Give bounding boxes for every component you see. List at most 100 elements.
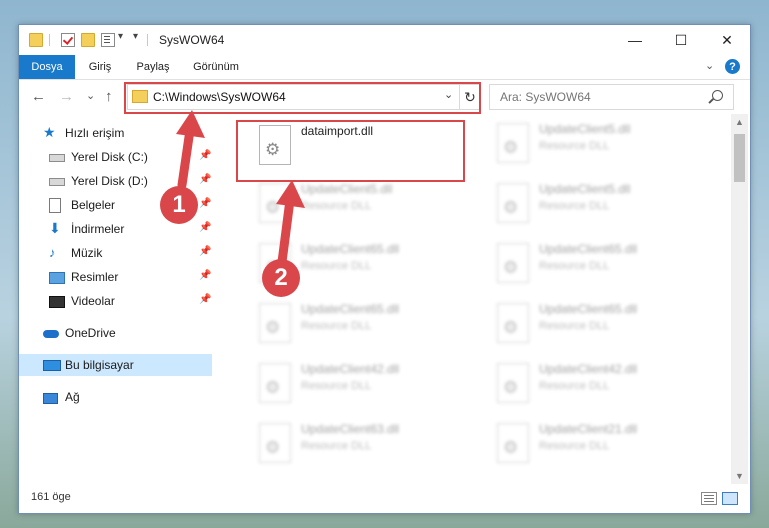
file-item[interactable]: UpdateClient21.dll Resource DLL [493, 418, 723, 474]
dll-file-icon [259, 303, 291, 343]
sidebar-item-label: Müzik [71, 246, 103, 260]
item-count: 161 öge [31, 491, 71, 503]
window-title: SysWOW64 [159, 33, 225, 47]
file-type: Resource DLL [301, 440, 372, 452]
file-item[interactable]: UpdateClient42.dll Resource DLL [255, 358, 485, 414]
file-type: Resource DLL [301, 320, 372, 332]
download-icon: ⬇ [49, 220, 61, 236]
qat-more-icon[interactable]: ▾ [133, 31, 138, 42]
file-name: UpdateClient21.dll [539, 422, 638, 436]
folder-icon [29, 33, 43, 47]
details-view-icon[interactable] [701, 492, 717, 505]
file-type: Resource DLL [539, 140, 610, 152]
dll-file-icon [497, 423, 529, 463]
customize-icon[interactable] [101, 33, 115, 47]
file-type: Resource DLL [301, 380, 372, 392]
scroll-down-icon[interactable]: ▼ [731, 468, 748, 484]
file-name: UpdateClient42.dll [301, 362, 400, 376]
tab-home[interactable]: Giriş [79, 55, 121, 79]
tab-file[interactable]: Dosya [19, 55, 75, 79]
status-bar: 161 öge [19, 485, 750, 511]
new-folder-icon[interactable] [81, 33, 95, 47]
scroll-thumb[interactable] [734, 134, 745, 182]
file-type: Resource DLL [539, 320, 610, 332]
sidebar-item-5[interactable]: ♪ Müzik 📌 [19, 242, 212, 264]
file-item[interactable]: UpdateClient5.dll Resource DLL [255, 178, 485, 234]
ribbon-tabs: Dosya Giriş Paylaş Görünüm ⌄ ? [19, 55, 750, 80]
sidebar-item-label: Ağ [65, 390, 80, 404]
close-button[interactable]: ✕ [704, 25, 750, 55]
sidebar-item-1[interactable]: Yerel Disk (C:) 📌 [19, 146, 212, 168]
dll-file-icon [259, 183, 291, 223]
file-type: Resource DLL [301, 200, 372, 212]
pin-icon[interactable]: 📌 [199, 270, 211, 281]
sidebar-item-label: Yerel Disk (C:) [71, 150, 148, 164]
pin-icon[interactable]: 📌 [199, 246, 211, 257]
sidebar-item-label: Belgeler [71, 198, 116, 212]
sidebar-item-label: Resimler [71, 270, 119, 284]
properties-check-icon[interactable] [61, 33, 75, 47]
sidebar-item-label: İndirmeler [71, 222, 125, 236]
tab-view[interactable]: Görünüm [185, 55, 247, 79]
file-name: UpdateClient65.dll [539, 302, 638, 316]
pin-icon[interactable]: 📌 [199, 294, 211, 305]
videos-icon [49, 296, 65, 308]
search-box[interactable] [489, 84, 734, 110]
dll-file-icon [259, 423, 291, 463]
pin-icon[interactable]: 📌 [199, 198, 211, 209]
pin-icon[interactable]: 📌 [199, 150, 211, 161]
title-bar: ▾ ▾ SysWOW64 — ☐ ✕ [19, 25, 750, 55]
file-type: Resource DLL [301, 260, 372, 272]
file-item[interactable]: UpdateClient63.dll Resource DLL [255, 418, 485, 474]
file-item[interactable]: UpdateClient65.dll Resource DLL [493, 298, 723, 354]
large-icons-view-icon[interactable] [722, 492, 738, 505]
address-highlight-box [124, 82, 481, 114]
sidebar-item-label: OneDrive [65, 326, 116, 340]
expand-ribbon-icon[interactable]: ⌄ [705, 59, 714, 72]
dll-file-icon [259, 363, 291, 403]
file-type: Resource DLL [539, 380, 610, 392]
file-type: Resource DLL [539, 440, 610, 452]
file-name: UpdateClient65.dll [301, 242, 400, 256]
dll-file-icon [497, 123, 529, 163]
forward-button[interactable]: → [59, 88, 74, 105]
file-name: UpdateClient65.dll [539, 242, 638, 256]
file-item[interactable]: UpdateClient65.dll Resource DLL [493, 238, 723, 294]
sidebar-item-9[interactable]: Bu bilgisayar [19, 354, 212, 376]
vertical-scrollbar[interactable]: ▲ ▼ [731, 114, 748, 484]
pin-icon[interactable]: 📌 [199, 174, 211, 185]
qat-dropdown-icon[interactable]: ▾ [118, 31, 123, 42]
up-button[interactable]: ↑ [105, 88, 113, 105]
sidebar-item-10[interactable]: Ağ [19, 386, 212, 408]
file-name: UpdateClient42.dll [539, 362, 638, 376]
sidebar-item-0[interactable]: ★ Hızlı erişim [19, 122, 212, 144]
file-item[interactable]: UpdateClient5.dll Resource DLL [493, 118, 723, 174]
search-icon[interactable] [712, 90, 723, 101]
file-item[interactable]: UpdateClient42.dll Resource DLL [493, 358, 723, 414]
file-item[interactable]: UpdateClient65.dll Resource DLL [255, 298, 485, 354]
sidebar-item-label: Yerel Disk (D:) [71, 174, 148, 188]
help-icon[interactable]: ? [725, 59, 740, 74]
sidebar-item-label: Bu bilgisayar [65, 358, 134, 372]
maximize-button[interactable]: ☐ [658, 25, 704, 55]
network-icon [43, 393, 58, 404]
file-type: Resource DLL [539, 200, 610, 212]
drive-icon [49, 154, 65, 162]
search-input[interactable] [498, 88, 702, 106]
sidebar-item-8[interactable]: OneDrive [19, 322, 212, 344]
file-name: UpdateClient63.dll [301, 422, 400, 436]
pin-icon[interactable]: 📌 [199, 222, 211, 233]
file-item[interactable]: UpdateClient5.dll Resource DLL [493, 178, 723, 234]
sidebar-item-6[interactable]: Resimler 📌 [19, 266, 212, 288]
back-button[interactable]: ← [31, 88, 46, 105]
scroll-up-icon[interactable]: ▲ [731, 114, 748, 130]
step-badge-2: 2 [262, 259, 300, 297]
tab-share[interactable]: Paylaş [127, 55, 179, 79]
sidebar-item-7[interactable]: Videolar 📌 [19, 290, 212, 312]
navigation-pane: ★ Hızlı erişim Yerel Disk (C:) 📌 Yerel Disk … [19, 114, 212, 484]
file-name: UpdateClient5.dll [539, 182, 631, 196]
file-name: UpdateClient5.dll [539, 122, 631, 136]
minimize-button[interactable]: — [612, 25, 658, 55]
recent-locations-button[interactable]: ⌄ [86, 89, 95, 102]
qat-separator [147, 34, 148, 46]
